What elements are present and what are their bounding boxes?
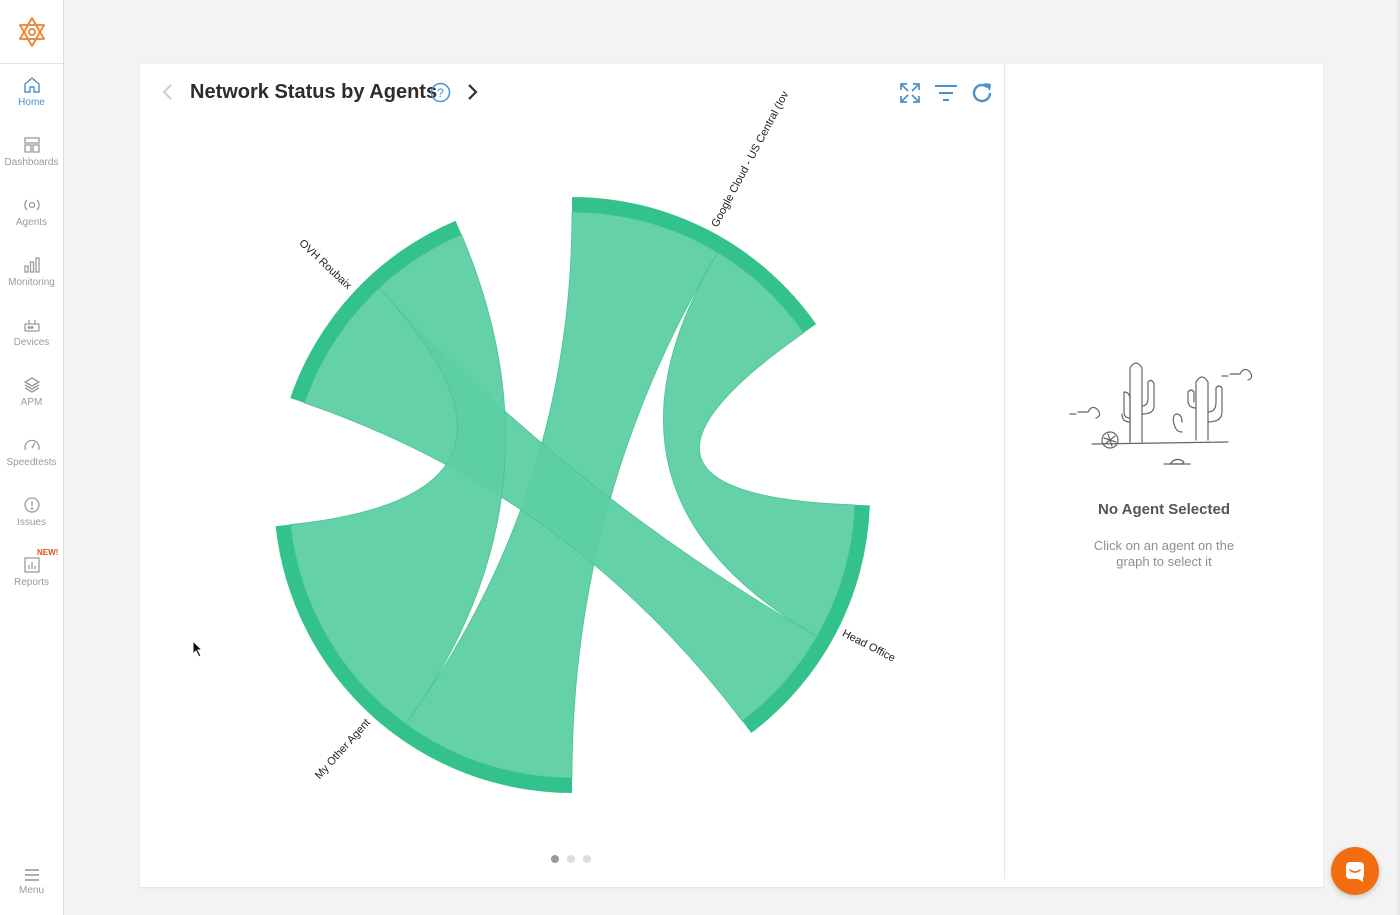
router-icon [23, 320, 40, 332]
sidebar-item-apm[interactable]: APM [0, 376, 63, 408]
chord-node-label[interactable]: OVH Roubaix [296, 237, 354, 292]
sidebar-item-issues[interactable]: Issues [0, 496, 63, 528]
app-logo[interactable] [0, 0, 63, 64]
chord-chart[interactable]: Google Cloud - US Central (Iov Head Offic… [140, 64, 1004, 879]
sidebar: Home Dashboards Agents Monitoring Device… [0, 0, 64, 915]
empty-state-text: Click on an agent on the graph to select… [1093, 538, 1235, 569]
sidebar-item-speedtests[interactable]: Speedtests [0, 436, 63, 468]
panel-divider [1004, 64, 1005, 879]
sidebar-item-label: Dashboards [4, 157, 59, 168]
speedometer-icon [23, 439, 40, 451]
agents-icon [23, 199, 40, 211]
sidebar-item-label: Issues [17, 517, 46, 528]
network-status-panel: Network Status by Agents ? Google Cloud … [140, 64, 1323, 887]
sidebar-item-label: Reports [13, 577, 49, 588]
mouse-cursor [192, 639, 204, 663]
new-badge: NEW! [37, 548, 59, 557]
menu-label: Menu [18, 885, 44, 896]
chat-launcher-button[interactable] [1331, 847, 1379, 895]
alert-icon [23, 497, 40, 513]
bar-chart-icon [23, 257, 40, 273]
dashboard-icon [23, 137, 40, 153]
chat-icon [1346, 862, 1364, 882]
chord-node-label[interactable]: My Other Agent [313, 717, 373, 782]
report-icon [23, 557, 40, 573]
sidebar-item-label: APM [20, 397, 43, 408]
logo-icon [18, 16, 45, 47]
empty-state-title: No Agent Selected [1098, 501, 1230, 518]
sidebar-item-home[interactable]: Home [0, 76, 63, 108]
sidebar-item-reports[interactable]: NEW! Reports [0, 548, 63, 588]
chord-node-label[interactable]: Head Office [840, 628, 897, 665]
chord-node-label[interactable]: Google Cloud - US Central (Iov [709, 89, 791, 229]
pagination-dot[interactable] [551, 855, 559, 863]
pagination-dot[interactable] [567, 855, 575, 863]
sidebar-item-label: Speedtests [6, 457, 57, 468]
layers-icon [23, 377, 40, 393]
sidebar-item-label: Agents [15, 217, 48, 228]
pagination-dots [551, 855, 591, 863]
sidebar-item-label: Monitoring [8, 277, 55, 288]
sidebar-item-dashboards[interactable]: Dashboards [0, 136, 63, 168]
hamburger-icon [24, 869, 39, 881]
chord-ribbons[interactable] [290, 211, 856, 779]
cactus-illustration [1069, 362, 1253, 465]
sidebar-item-label: Home [18, 97, 45, 108]
sidebar-menu-button[interactable]: Menu [0, 868, 63, 896]
pagination-dot[interactable] [583, 855, 591, 863]
home-icon [23, 77, 40, 93]
sidebar-item-agents[interactable]: Agents [0, 196, 63, 228]
sidebar-item-label: Devices [13, 337, 50, 348]
sidebar-item-monitoring[interactable]: Monitoring [0, 256, 63, 288]
sidebar-item-devices[interactable]: Devices [0, 316, 63, 348]
